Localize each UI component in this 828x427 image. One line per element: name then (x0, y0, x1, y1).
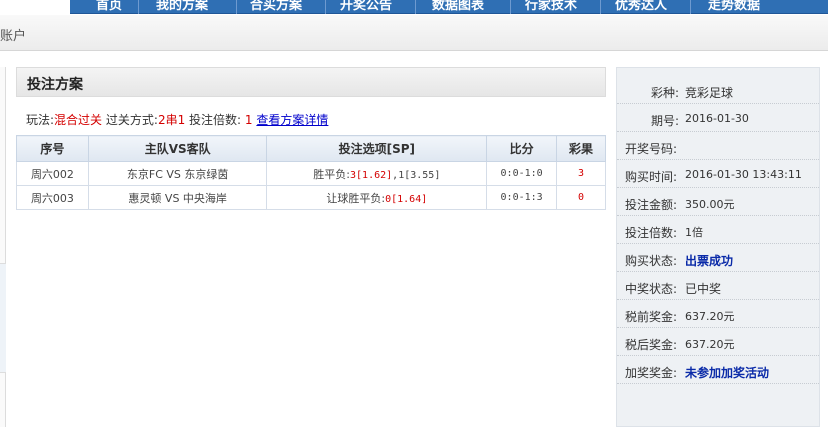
info-row-win-status: 中奖状态: 已中奖 (617, 272, 819, 300)
panel-header: 投注方案 (16, 67, 606, 97)
info-row-bonus: 加奖奖金: 未参加加奖活动 (617, 356, 819, 384)
plan-info-panel: 彩种: 竞彩足球 期号: 2016-01-30 开奖号码: 购买时间: 2016… (616, 67, 820, 427)
nav-item-experts[interactable]: 行家技术 (525, 0, 577, 14)
multi-label: 投注倍数: (189, 113, 242, 127)
win-status-label: 中奖状态: (625, 282, 678, 296)
breadcrumb-text: 账户 (0, 29, 27, 44)
win-status-value: 已中奖 (685, 282, 722, 296)
bonus-label: 加奖奖金: (625, 366, 678, 380)
match-score: 0:0-1:3 (486, 185, 558, 210)
nav-separator (138, 0, 139, 14)
match-id: 周六002 (16, 161, 89, 186)
table-header-row: 序号 主队VS客队 投注选项[SP] 比分 彩果 (16, 135, 606, 162)
bet-option-type: 胜平负: (313, 167, 351, 181)
bet-option: 让球胜平负:0[1.64] (266, 185, 488, 210)
nav-separator (690, 0, 691, 14)
multi-value: 1 (244, 113, 253, 127)
panel-title: 投注方案 (27, 77, 83, 93)
pre-tax-amount: 637.20元 (685, 308, 735, 324)
play-value: 混合过关 (54, 113, 103, 127)
match-score: 0:0-1:0 (486, 161, 558, 186)
bets-table: 序号 主队VS客队 投注选项[SP] 比分 彩果 周六002 东京FC VS 东… (16, 135, 606, 210)
info-row-multiple: 投注倍数: 1倍 (617, 216, 819, 244)
multiple-value: 1倍 (685, 226, 703, 239)
pass-label: 过关方式: (105, 113, 158, 127)
bet-option-type: 让球胜平负: (326, 191, 386, 205)
left-sidebar-edge (0, 67, 6, 427)
pre-tax-unit: 元 (723, 310, 735, 323)
match-id: 周六003 (16, 185, 89, 210)
multiple-label: 投注倍数: (625, 226, 678, 240)
info-row-pre-tax: 税前奖金: 637.20元 (617, 300, 819, 328)
col-header-teams: 主队VS客队 (87, 135, 268, 162)
amount-label: 投注金额: (625, 198, 678, 212)
pass-value: 2串1 (157, 113, 186, 127)
after-tax-amount: 637.20元 (685, 336, 735, 352)
left-sidebar-block (0, 263, 6, 373)
bonus-value: 未参加加奖活动 (685, 366, 770, 380)
after-tax-label: 税后奖金: (625, 338, 678, 352)
nav-item-group-buy[interactable]: 合买方案 (250, 0, 302, 14)
info-row-draw-numbers: 开奖号码: (617, 132, 819, 160)
buy-time-label: 购买时间: (625, 170, 678, 184)
bet-option: 胜平负:3[1.62],1[3.55] (266, 161, 488, 186)
plan-detail-link[interactable]: 查看方案详情 (256, 113, 328, 127)
match-teams: 惠灵顿 VS 中央海岸 (87, 185, 268, 210)
lottery-label: 彩种: (651, 86, 680, 100)
table-row: 周六003 惠灵顿 VS 中央海岸 让球胜平负:0[1.64] 0:0-1:3 … (16, 185, 606, 210)
buy-time-value: 2016-01-30 13:43:11 (685, 168, 802, 181)
info-row-buy-status: 购买状态: 出票成功 (617, 244, 819, 272)
issue-label: 期号: (651, 114, 680, 128)
draw-label: 开奖号码: (625, 142, 678, 156)
col-header-result: 彩果 (556, 135, 606, 162)
after-tax-value: 637.20 (685, 338, 724, 351)
nav-left-blank (0, 0, 70, 14)
nav-item-charts[interactable]: 数据图表 (432, 0, 484, 14)
breadcrumb: 账户 (0, 15, 828, 51)
bet-option-hit: 3[1.62] (350, 169, 393, 181)
after-tax-unit: 元 (723, 338, 735, 351)
match-result: 3 (556, 161, 606, 186)
info-row-after-tax: 税后奖金: 637.20元 (617, 328, 819, 356)
play-label: 玩法: (26, 113, 55, 127)
lottery-value: 竞彩足球 (685, 86, 734, 100)
col-header-option: 投注选项[SP] (266, 135, 488, 162)
nav-separator (510, 0, 511, 14)
pre-tax-label: 税前奖金: (625, 310, 678, 324)
nav-separator (600, 0, 601, 14)
nav-item-home[interactable]: 首页 (96, 0, 122, 14)
nav-separator (236, 0, 237, 14)
nav-separator (415, 0, 416, 14)
table-row: 周六002 东京FC VS 东京绿茵 胜平负:3[1.62],1[3.55] 0… (16, 161, 606, 186)
amount-value: 350.00元 (685, 198, 735, 211)
buy-status-value: 出票成功 (685, 254, 734, 268)
info-row-issue: 期号: 2016-01-30 (617, 104, 819, 132)
buy-status-label: 购买状态: (625, 254, 678, 268)
info-row-amount: 投注金额: 350.00元 (617, 188, 819, 216)
col-header-score: 比分 (486, 135, 558, 162)
nav-item-masters[interactable]: 优秀达人 (615, 0, 667, 14)
nav-item-trends[interactable]: 走势数据 (708, 0, 760, 14)
nav-item-my-plans[interactable]: 我的方案 (156, 0, 208, 14)
match-teams: 东京FC VS 东京绿茵 (87, 161, 268, 186)
match-result: 0 (556, 185, 606, 210)
right-gutter (820, 67, 828, 427)
info-row-lottery: 彩种: 竞彩足球 (617, 76, 819, 104)
bet-option-hit: 0[1.64] (385, 193, 428, 205)
info-row-buy-time: 购买时间: 2016-01-30 13:43:11 (617, 160, 819, 188)
nav-item-draws[interactable]: 开奖公告 (340, 0, 392, 14)
plan-meta: 玩法:混合过关 过关方式:2串1 投注倍数: 1 查看方案详情 (26, 111, 328, 128)
col-header-id: 序号 (16, 135, 89, 162)
pre-tax-value: 637.20 (685, 310, 724, 323)
nav-separator (325, 0, 326, 14)
top-nav: 首页 我的方案 合买方案 开奖公告 数据图表 行家技术 优秀达人 走势数据 (0, 0, 828, 14)
issue-value: 2016-01-30 (685, 112, 749, 125)
bet-option-other: ,1[3.55] (392, 169, 441, 181)
